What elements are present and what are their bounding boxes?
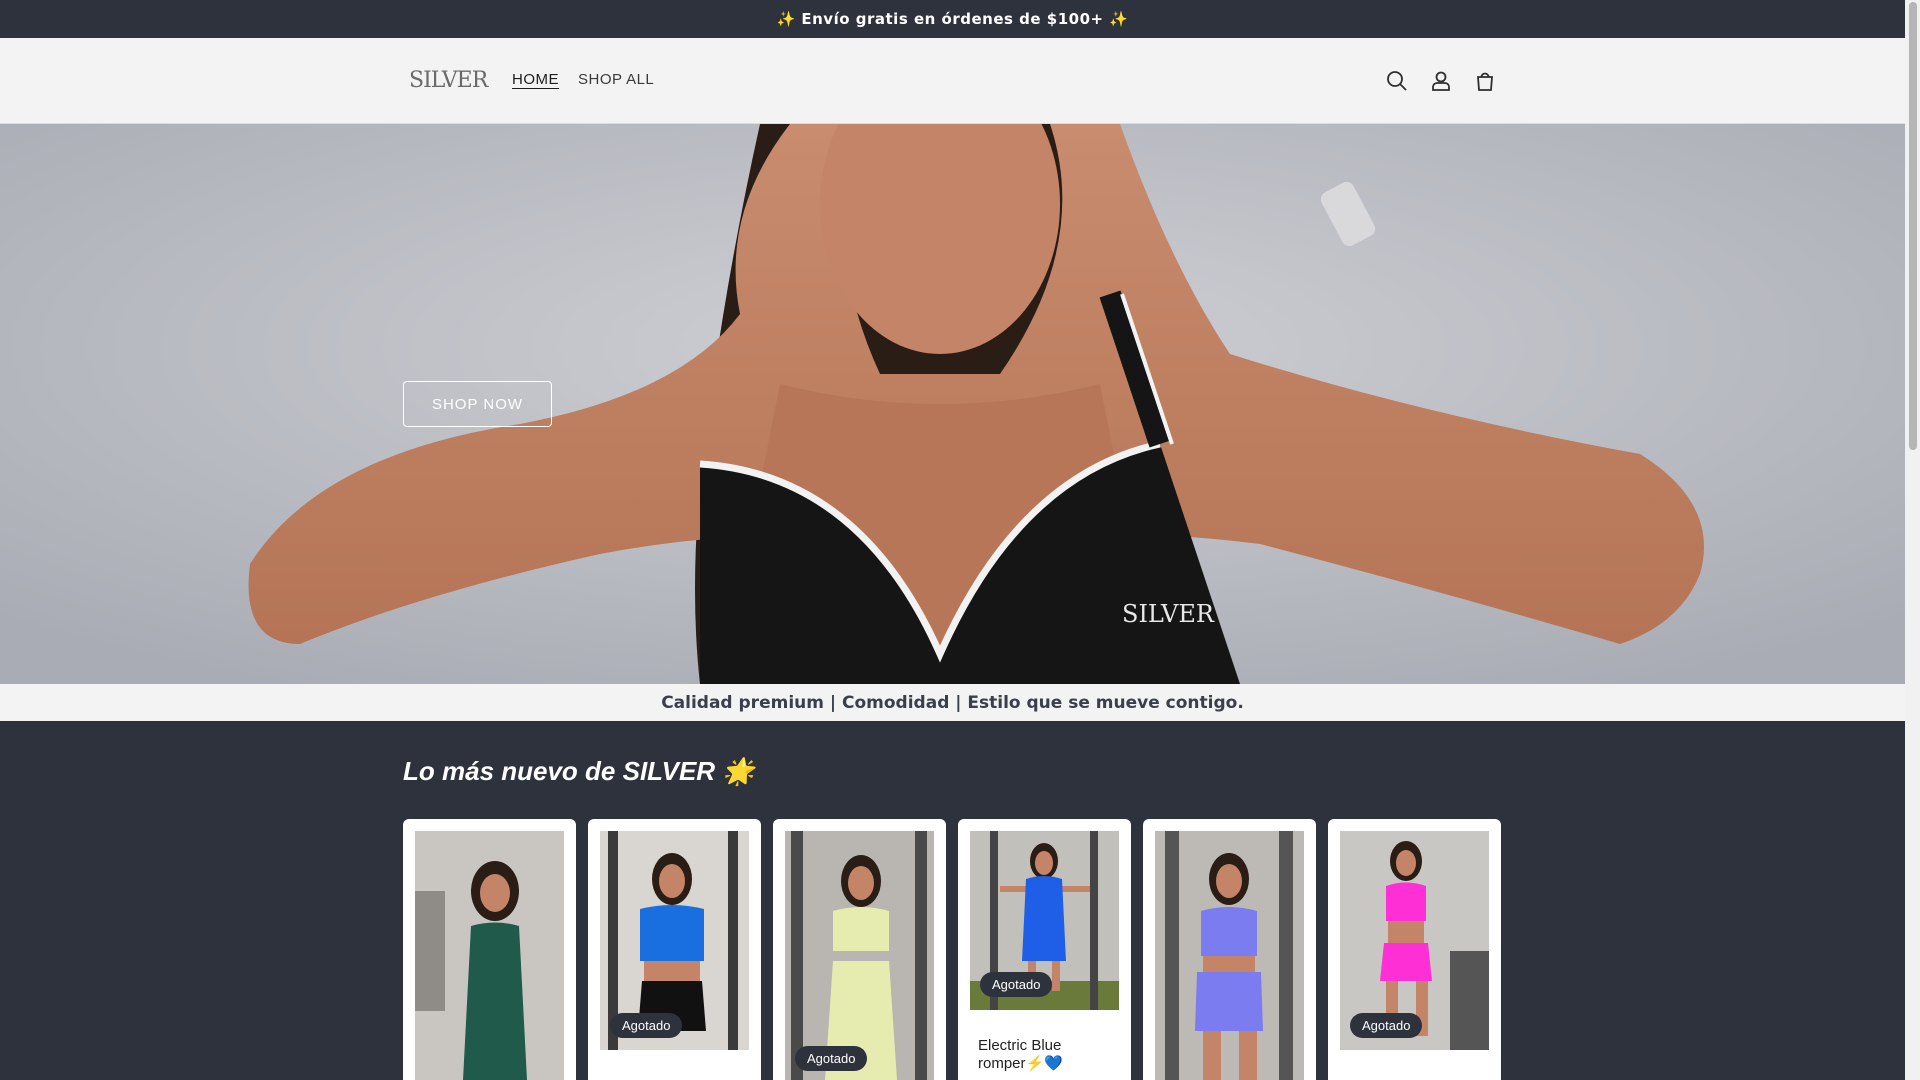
site-header: SILVER HOME SHOP ALL bbox=[0, 38, 1905, 124]
page-scrollbar[interactable] bbox=[1905, 0, 1920, 1080]
account-icon[interactable] bbox=[1428, 68, 1454, 94]
hero-top-brand: SILVER bbox=[1122, 600, 1215, 628]
product-card[interactable]: Agotado Electric Blue romper⚡💙 bbox=[958, 819, 1131, 1080]
nav-shop-all[interactable]: SHOP ALL bbox=[578, 71, 654, 88]
product-image[interactable] bbox=[1155, 831, 1304, 1080]
announcement-text: ✨ Envío gratis en órdenes de $100+ ✨ bbox=[776, 10, 1129, 28]
shop-now-button[interactable]: SHOP NOW bbox=[403, 381, 552, 427]
hero-banner: SILVER SHOP NOW bbox=[0, 124, 1905, 684]
announcement-bar: ✨ Envío gratis en órdenes de $100+ ✨ bbox=[0, 0, 1905, 38]
product-card[interactable]: Agotado bbox=[773, 819, 946, 1080]
product-image[interactable] bbox=[785, 831, 934, 1080]
cart-icon[interactable] bbox=[1472, 68, 1498, 94]
scroll-thumb[interactable] bbox=[1909, 2, 1917, 450]
tagline-text: Calidad premium | Comodidad | Estilo que… bbox=[661, 692, 1244, 713]
tagline-bar: Calidad premium | Comodidad | Estilo que… bbox=[0, 684, 1905, 721]
product-card[interactable] bbox=[1143, 819, 1316, 1080]
collection-title: Lo más nuevo de SILVER 🌟 bbox=[403, 756, 755, 786]
sold-out-badge: Agotado bbox=[1350, 1013, 1423, 1038]
sold-out-badge: Agotado bbox=[980, 972, 1053, 997]
sold-out-badge: Agotado bbox=[610, 1013, 683, 1038]
product-card[interactable]: Agotado bbox=[588, 819, 761, 1080]
product-image[interactable] bbox=[415, 831, 564, 1080]
product-card[interactable] bbox=[403, 819, 576, 1080]
hero-image: SILVER bbox=[0, 124, 1905, 684]
sold-out-badge: Agotado bbox=[795, 1046, 868, 1071]
nav-home[interactable]: HOME bbox=[512, 71, 559, 88]
product-card[interactable]: Agotado bbox=[1328, 819, 1501, 1080]
search-icon[interactable] bbox=[1384, 68, 1410, 94]
product-title[interactable]: Electric Blue romper⚡💙 bbox=[978, 1037, 1118, 1073]
logo[interactable]: SILVER bbox=[409, 68, 488, 93]
